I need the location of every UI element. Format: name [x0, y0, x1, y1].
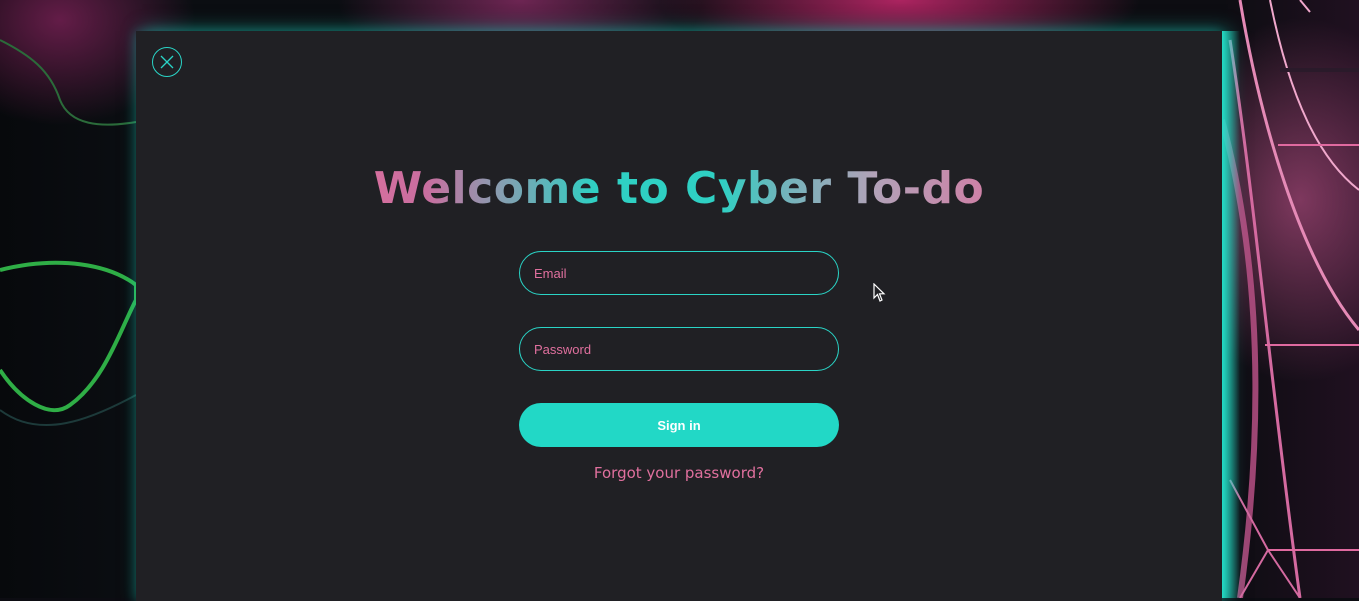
- sign-in-button[interactable]: Sign in: [519, 403, 839, 447]
- mouse-cursor-icon: [873, 282, 887, 307]
- close-button[interactable]: [152, 47, 182, 77]
- password-field[interactable]: [519, 327, 839, 371]
- page-title: Welcome to Cyber To-do: [329, 163, 1029, 214]
- email-field[interactable]: [519, 251, 839, 295]
- login-modal: Welcome to Cyber To-do Sign in Forgot yo…: [136, 31, 1222, 601]
- modal-edge-glow: [1222, 31, 1240, 598]
- close-circle-icon: [160, 55, 174, 69]
- forgot-password-link[interactable]: Forgot your password?: [519, 464, 839, 482]
